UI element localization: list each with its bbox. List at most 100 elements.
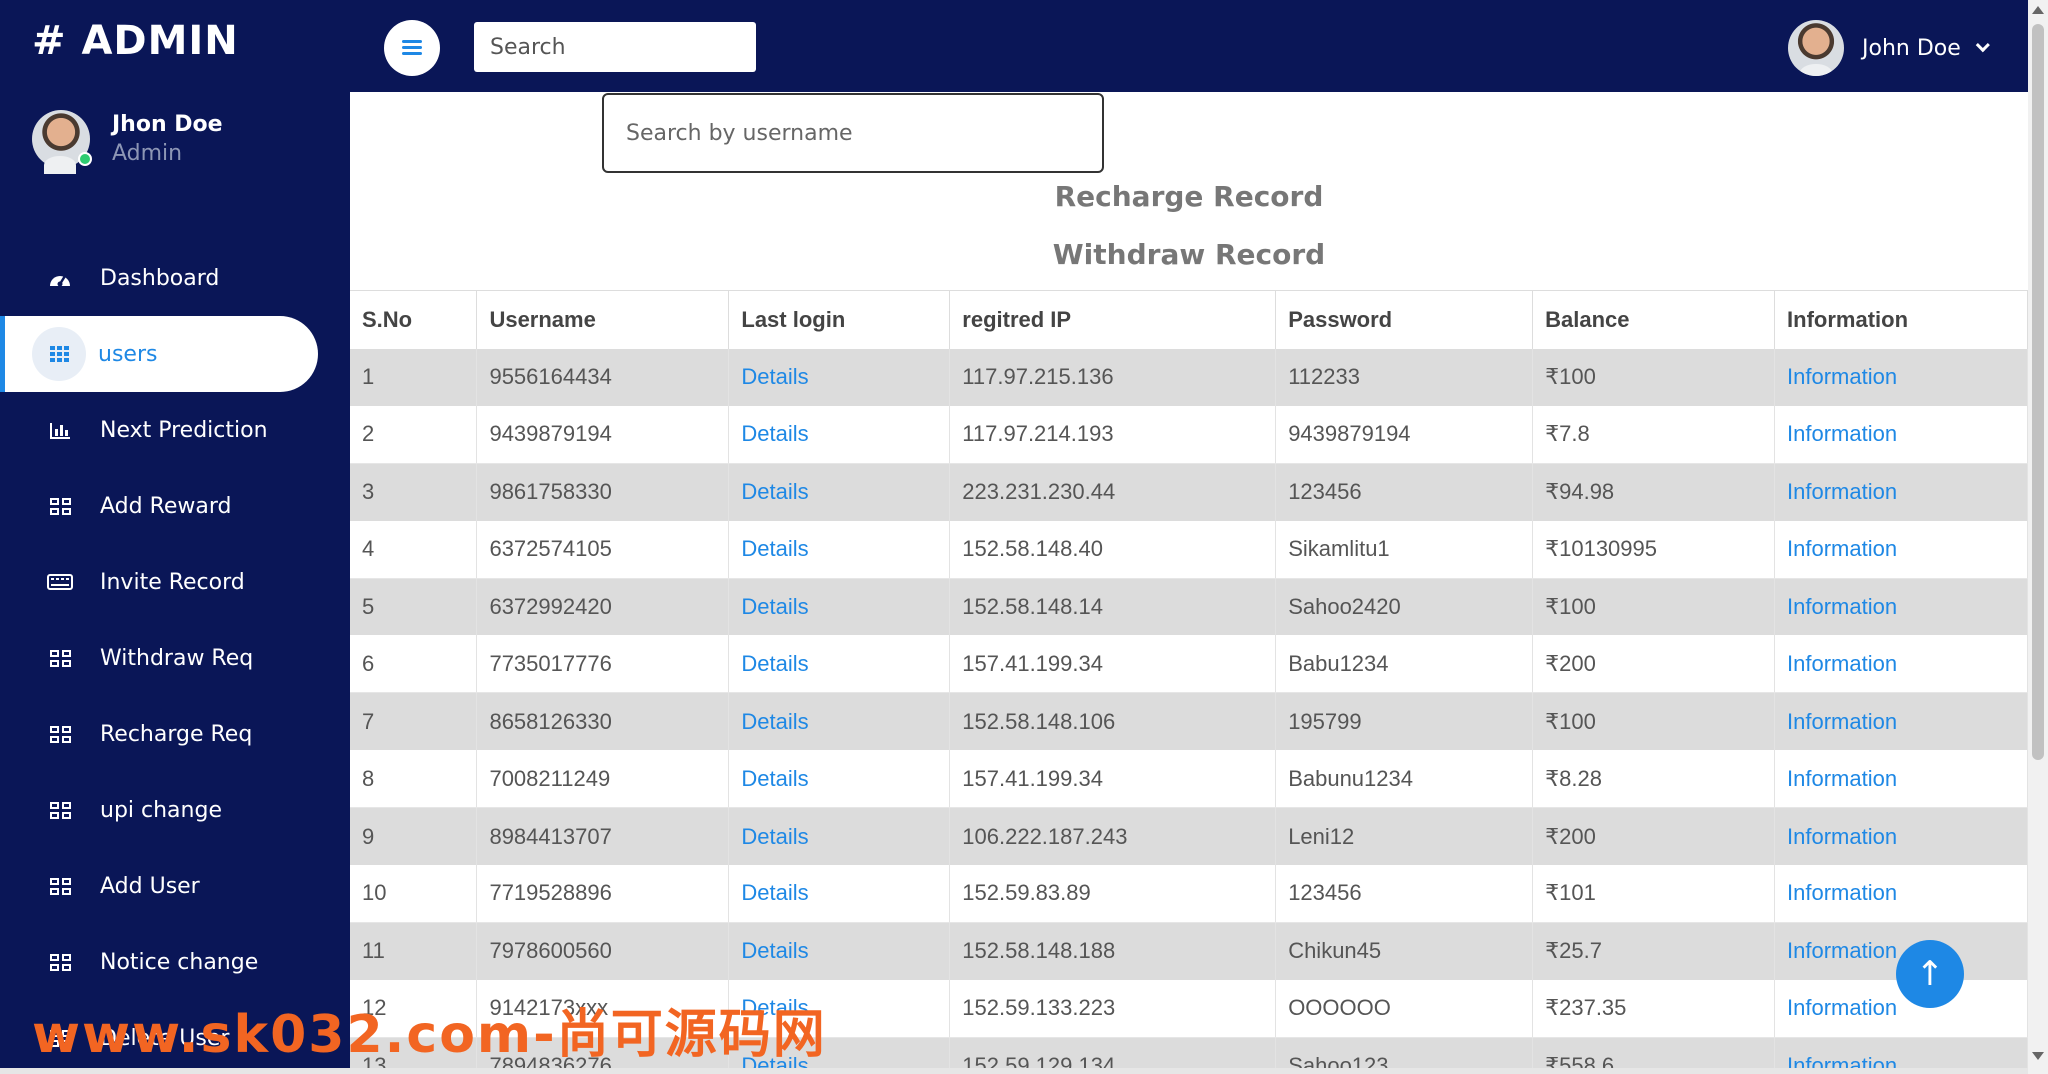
- brand-logo[interactable]: # ADMIN: [32, 18, 239, 64]
- ip-cell: 152.59.133.223: [949, 979, 1277, 1038]
- ip-cell: 152.59.83.89: [949, 865, 1277, 923]
- sidebar-item-add-user[interactable]: Add User: [0, 848, 350, 924]
- information-link[interactable]: Information: [1787, 938, 1897, 963]
- password-cell: OOOOOO: [1275, 979, 1534, 1038]
- sidebar-item-add-reward[interactable]: Add Reward: [0, 468, 350, 544]
- information-link[interactable]: Information: [1787, 766, 1897, 791]
- information-cell: Information: [1774, 692, 2028, 751]
- information-link[interactable]: Information: [1787, 479, 1897, 504]
- information-link[interactable]: Information: [1787, 594, 1897, 619]
- scrollbar-thumb[interactable]: [2032, 24, 2044, 760]
- details-link[interactable]: Details: [741, 766, 808, 791]
- table-icon: [46, 723, 74, 745]
- recharge-record-link[interactable]: Recharge Record: [350, 180, 2028, 213]
- information-cell: Information: [1774, 865, 2028, 923]
- sidebar-item-label: Dashboard: [100, 265, 220, 291]
- column-header: Password: [1275, 290, 1534, 349]
- search-input[interactable]: [474, 22, 756, 72]
- ip-cell: 106.222.187.243: [949, 807, 1277, 866]
- information-link[interactable]: Information: [1787, 995, 1897, 1020]
- watermark: www.sk032.com-尚可源码网: [32, 1005, 827, 1065]
- information-cell: Information: [1774, 807, 2028, 866]
- details-link[interactable]: Details: [741, 938, 808, 963]
- sidebar-profile: Jhon Doe Admin: [32, 110, 223, 174]
- ip-cell: 152.58.148.106: [949, 692, 1277, 751]
- sidebar-item-dashboard[interactable]: Dashboard: [0, 240, 350, 316]
- keyboard-icon: [46, 571, 74, 593]
- password-cell: Sikamlitu1: [1275, 520, 1534, 579]
- details-link[interactable]: Details: [741, 824, 808, 849]
- details-link[interactable]: Details: [741, 421, 808, 446]
- sidebar-item-upi-change[interactable]: upi change: [0, 772, 350, 848]
- column-header: Username: [476, 290, 730, 349]
- last-login-cell: Details: [728, 922, 951, 980]
- sidebar-item-label: Notice change: [100, 949, 259, 975]
- serial-cell: 2: [350, 405, 478, 464]
- balance-cell: ₹100: [1532, 348, 1776, 406]
- table-row: 4 6372574105 Details 152.58.148.40 Sikamlitu…: [350, 520, 2028, 579]
- withdraw-record-link[interactable]: Withdraw Record: [350, 238, 2028, 271]
- table-row: 11 7978600560 Details 152.58.148.188 Chikun4…: [350, 922, 2028, 980]
- ip-cell: 152.58.148.40: [949, 520, 1277, 579]
- table-row: 3 9861758330 Details 223.231.230.44 123456 ₹9…: [350, 463, 2028, 521]
- last-login-cell: Details: [728, 635, 951, 694]
- balance-cell: ₹10130995: [1532, 520, 1776, 579]
- information-cell: Information: [1774, 635, 2028, 694]
- table-row: 10 7719528896 Details 152.59.83.89 123456 ₹10…: [350, 865, 2028, 923]
- sidebar-item-notice-change[interactable]: Notice change: [0, 924, 350, 1000]
- password-cell: Babunu1234: [1275, 750, 1534, 809]
- arrow-up-icon: ↑: [1915, 954, 1945, 994]
- details-link[interactable]: Details: [741, 651, 808, 676]
- ip-cell: 223.231.230.44: [949, 463, 1277, 521]
- sidebar-item-invite-record[interactable]: Invite Record: [0, 544, 350, 620]
- information-link[interactable]: Information: [1787, 824, 1897, 849]
- password-cell: 112233: [1275, 348, 1534, 406]
- last-login-cell: Details: [728, 807, 951, 866]
- sidebar-item-label: Invite Record: [100, 569, 245, 595]
- details-link[interactable]: Details: [741, 880, 808, 905]
- sidebar-item-users[interactable]: users: [0, 316, 318, 392]
- sidebar-nav: Dashboard users Next Prediction Add Rewa…: [0, 240, 350, 1074]
- username-cell: 7978600560: [476, 922, 730, 980]
- balance-cell: ₹8.28: [1532, 750, 1776, 809]
- password-cell: Babu1234: [1275, 635, 1534, 694]
- password-cell: Leni12: [1275, 807, 1534, 866]
- details-link[interactable]: Details: [741, 709, 808, 734]
- serial-cell: 10: [350, 865, 478, 923]
- username-cell: 7735017776: [476, 635, 730, 694]
- information-link[interactable]: Information: [1787, 709, 1897, 734]
- sidebar-item-withdraw-req[interactable]: Withdraw Req: [0, 620, 350, 696]
- horizontal-scrollbar[interactable]: [0, 1068, 2028, 1074]
- password-cell: Sahoo2420: [1275, 578, 1534, 636]
- details-link[interactable]: Details: [741, 536, 808, 561]
- last-login-cell: Details: [728, 865, 951, 923]
- table-header-row: S.No Username Last login regitred IP Pas…: [350, 290, 2028, 349]
- information-cell: Information: [1774, 578, 2028, 636]
- details-link[interactable]: Details: [741, 364, 808, 389]
- information-link[interactable]: Information: [1787, 536, 1897, 561]
- scroll-down-icon[interactable]: [2032, 1052, 2044, 1060]
- table-row: 2 9439879194 Details 117.97.214.193 94398791…: [350, 405, 2028, 464]
- sidebar-item-next-prediction[interactable]: Next Prediction: [0, 392, 350, 468]
- last-login-cell: Details: [728, 578, 951, 636]
- balance-cell: ₹100: [1532, 692, 1776, 751]
- information-link[interactable]: Information: [1787, 364, 1897, 389]
- last-login-cell: Details: [728, 750, 951, 809]
- username-search-input[interactable]: [602, 93, 1104, 173]
- user-menu[interactable]: John Doe: [1788, 20, 1990, 76]
- information-link[interactable]: Information: [1787, 421, 1897, 446]
- details-link[interactable]: Details: [741, 479, 808, 504]
- table-row: 6 7735017776 Details 157.41.199.34 Babu1234 ₹…: [350, 635, 2028, 694]
- information-link[interactable]: Information: [1787, 651, 1897, 676]
- user-name: John Doe: [1862, 35, 1961, 61]
- back-to-top-button[interactable]: ↑: [1896, 940, 1964, 1008]
- table-icon: [46, 647, 74, 669]
- information-link[interactable]: Information: [1787, 880, 1897, 905]
- details-link[interactable]: Details: [741, 594, 808, 619]
- vertical-scrollbar[interactable]: [2028, 0, 2048, 1074]
- scroll-up-icon[interactable]: [2032, 6, 2044, 14]
- sidebar-item-recharge-req[interactable]: Recharge Req: [0, 696, 350, 772]
- serial-cell: 4: [350, 520, 478, 579]
- menu-toggle-button[interactable]: [384, 20, 440, 76]
- sidebar-item-label: Withdraw Req: [100, 645, 254, 671]
